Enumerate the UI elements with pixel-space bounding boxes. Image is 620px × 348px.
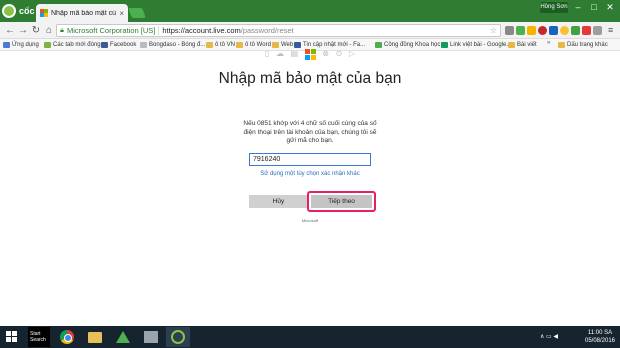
use-other-option-link[interactable]: Sử dụng một tùy chọn xác nhận khác <box>252 171 368 177</box>
next-button[interactable]: Tiếp theo <box>311 195 372 208</box>
bookmark-label: Công đồng Khoa học <box>384 42 441 48</box>
bookmark-item[interactable]: Ứng dụng <box>3 40 39 50</box>
minimize-button[interactable]: – <box>570 0 586 14</box>
taskbar-app[interactable] <box>112 327 134 347</box>
forward-button[interactable]: → <box>17 24 29 37</box>
apps-grid-icon <box>3 42 10 48</box>
menu-icon[interactable]: ≡ <box>608 24 613 37</box>
windows-start-icon[interactable] <box>6 331 17 342</box>
taskbar-coccoc[interactable] <box>166 327 190 347</box>
adblock-icon[interactable] <box>538 26 547 35</box>
extension-icon[interactable] <box>571 26 580 35</box>
taskbar-clock[interactable]: 11:00 SA 05/08/2016 <box>582 329 618 345</box>
bookmark-item[interactable]: Công đồng Khoa học <box>375 40 440 50</box>
bookmark-item[interactable]: Link việt bài - Google... <box>441 40 511 50</box>
browser-tab-strip: cốc cốc Nhập mã bảo mật của bạn × Hồng S… <box>0 0 620 22</box>
facebook-icon <box>101 42 108 48</box>
bing-icon: ▷ <box>348 49 355 58</box>
bookmark-label: Các tab mới đóng <box>53 42 101 48</box>
outlook-icon: ▤ <box>290 49 299 58</box>
other-bookmarks[interactable]: Dấu trang khác <box>558 40 608 50</box>
url-host: https://account.live.com <box>162 26 241 35</box>
profile-badge[interactable]: Hồng Sơn <box>540 2 568 13</box>
folder-icon <box>236 42 243 48</box>
taskbar-search-sub: Search <box>30 337 46 343</box>
folder-icon <box>206 42 213 48</box>
home-button[interactable]: ⌂ <box>43 24 55 37</box>
bookmark-item[interactable]: Các tab mới đóng <box>44 40 101 50</box>
window-app-icon <box>144 331 158 343</box>
office-icon: ▯ <box>265 49 270 58</box>
lock-icon: 🔒︎ <box>60 26 64 34</box>
bookmark-label: Link việt bài - Google... <box>450 42 512 48</box>
taskbar-search-button[interactable]: Start Search <box>28 327 50 347</box>
system-tray[interactable]: ∧ ▭ ◀ <box>540 333 558 340</box>
url-path: /password/reset <box>240 26 294 35</box>
microsoft-product-icons: ▯ ☁ ▤ ⊗ ⊙ ▷ <box>265 47 355 61</box>
maximize-button[interactable]: □ <box>586 0 602 14</box>
tab-close-icon[interactable]: × <box>119 9 124 18</box>
new-tab-button[interactable] <box>128 8 146 18</box>
bookmark-label: Bongdaso - Bóng đ... <box>149 42 206 48</box>
skype-icon: ⊙ <box>335 49 343 58</box>
bookmark-star-icon[interactable]: ☆ <box>490 25 497 37</box>
security-code-input[interactable] <box>249 153 371 166</box>
browser-toolbar: ← → ↻ ⌂ 🔒︎ Microsoft Corporation [US] ht… <box>0 22 620 39</box>
clock-time: 11:00 SA <box>587 330 613 336</box>
bookmark-label: Ứng dụng <box>12 42 39 48</box>
coccoc-icon <box>44 42 51 48</box>
bookmark-label: Bài viết <box>517 42 537 48</box>
sheets-icon <box>441 42 448 48</box>
folder-icon <box>558 42 565 48</box>
coccoc-icon <box>171 330 185 344</box>
bookmark-item[interactable]: Bongdaso - Bóng đ... <box>140 40 205 50</box>
page-title: Nhập mã bảo mật của bạn <box>218 70 402 87</box>
bookmarks-overflow-button[interactable]: » <box>547 40 550 46</box>
page-icon <box>140 42 147 48</box>
extension-icon[interactable] <box>560 26 569 35</box>
taskbar-chrome[interactable] <box>56 327 78 347</box>
file-explorer-icon <box>88 331 102 343</box>
page-icon <box>375 42 382 48</box>
extension-icon[interactable] <box>582 26 591 35</box>
extension-icon[interactable] <box>516 26 525 35</box>
tab-title: Nhập mã bảo mật của bạn <box>51 9 116 17</box>
chrome-icon <box>60 330 74 344</box>
xbox-icon: ⊗ <box>322 49 329 58</box>
bookmark-item[interactable]: Facebook <box>101 40 136 50</box>
back-button[interactable]: ← <box>4 24 16 37</box>
cancel-button[interactable]: Hủy <box>249 195 308 208</box>
microsoft-footer: Microsoft <box>301 218 319 223</box>
clock-date: 05/08/2016 <box>584 338 616 344</box>
instruction-text: Nếu 0851 khớp với 4 chữ số cuối cùng của… <box>243 120 377 144</box>
taskbar-file-explorer[interactable] <box>84 327 106 347</box>
triangle-app-icon <box>116 331 130 343</box>
microsoft-logo <box>304 48 316 60</box>
bookmark-label: Dấu trang khác <box>567 42 608 48</box>
coccoc-logo-icon <box>2 4 16 18</box>
extension-icon[interactable] <box>549 26 558 35</box>
tab-active[interactable]: Nhập mã bảo mật của bạn × <box>36 4 128 22</box>
windows-taskbar: Start Search ∧ ▭ ◀ 11:00 SA 05/08/2016 <box>0 326 620 348</box>
extension-icon[interactable] <box>527 26 536 35</box>
reload-button[interactable]: ↻ <box>30 24 42 37</box>
extension-icon[interactable] <box>505 26 514 35</box>
onedrive-icon: ☁ <box>275 49 284 58</box>
folder-icon <box>508 42 515 48</box>
bookmark-label: Facebook <box>110 42 137 48</box>
address-bar[interactable]: 🔒︎ Microsoft Corporation [US] https://ac… <box>56 24 501 37</box>
bookmark-item[interactable]: Bài viết <box>508 40 537 50</box>
ev-certificate-badge[interactable]: Microsoft Corporation [US] <box>67 26 160 35</box>
close-window-button[interactable]: ✕ <box>602 0 618 14</box>
extension-icon[interactable] <box>593 26 602 35</box>
taskbar-app[interactable] <box>140 327 162 347</box>
bookmark-label: ô tô VN <box>215 42 236 48</box>
microsoft-favicon-icon <box>40 9 48 17</box>
bookmark-item[interactable]: ô tô VN <box>206 40 235 50</box>
